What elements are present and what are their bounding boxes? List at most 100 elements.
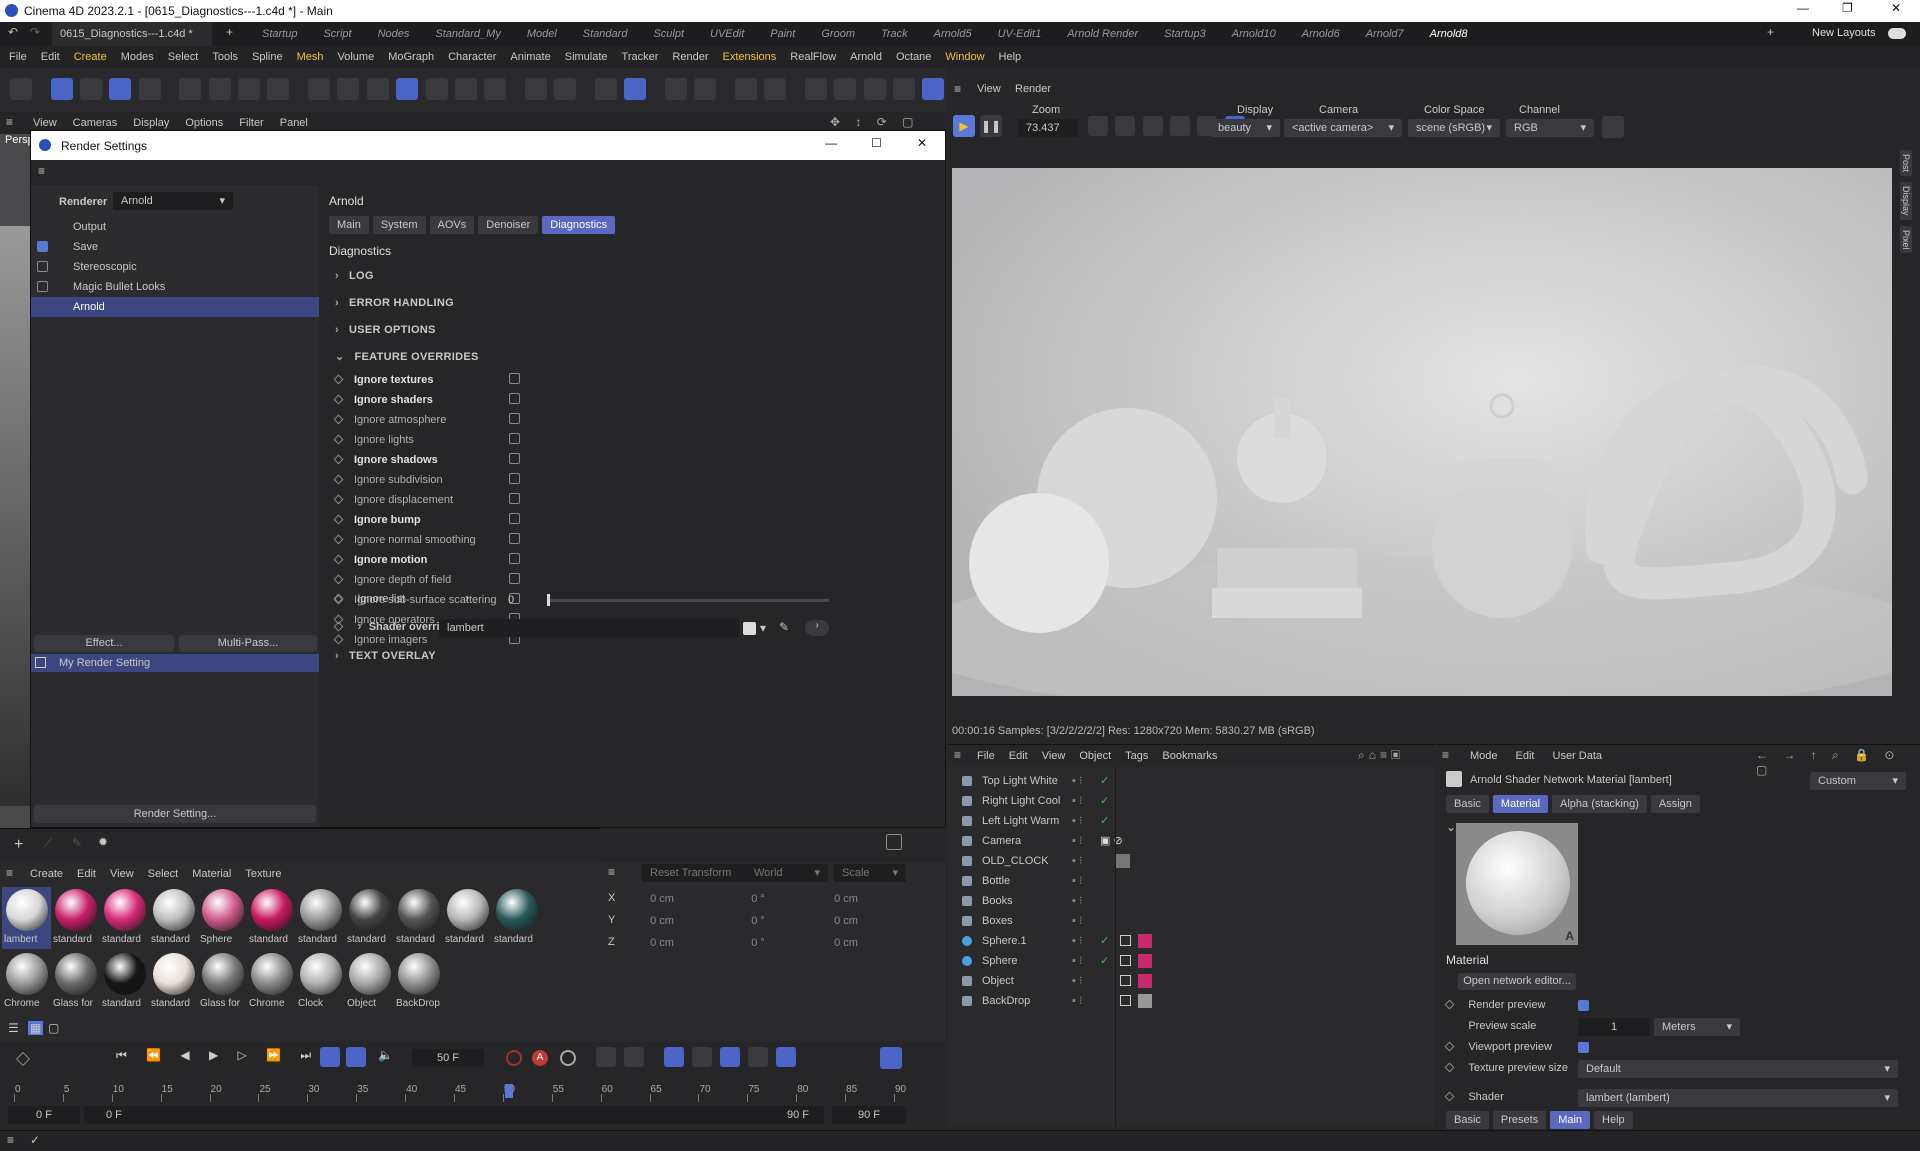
am-bottom-tab-presets[interactable]: Presets [1492,1111,1547,1129]
material-swatch[interactable]: standard [296,887,345,949]
am-bottom-tab-help[interactable]: Help [1594,1111,1633,1129]
camera-select[interactable]: <active camera> ▾ [1284,119,1402,137]
override-checkbox[interactable] [509,473,520,484]
object-row[interactable]: OLD_CLOCK ▪ ⁝ [948,851,1434,871]
visibility-dots-icon[interactable]: ▪ ⁝ [1072,851,1082,871]
ignore-list-value[interactable]: 0 [475,591,547,609]
tab-system[interactable]: System [372,216,426,234]
layout-tab[interactable]: Model [527,22,557,46]
check-tag-icon[interactable]: ✓ [1100,931,1109,951]
am-tab-basic[interactable]: Basic [1446,795,1489,813]
pause-button[interactable]: ❚❚ [980,115,1002,137]
tab-denoiser[interactable]: Denoiser [478,216,539,234]
om-menu-view[interactable]: View [1042,750,1066,762]
material-swatch[interactable]: Glass for [198,951,247,1013]
side-tab-display[interactable]: Display [1900,182,1912,220]
rs-item-checkbox[interactable] [37,281,48,292]
select-icon[interactable] [179,78,202,100]
keyframe-icon[interactable] [333,534,344,545]
viewport-menu-display[interactable]: Display [133,117,169,129]
rs-item-checkbox[interactable] [37,261,48,272]
rv-menu-view[interactable]: View [977,83,1001,95]
object-name[interactable]: Sphere [982,951,1017,971]
open-editor-button[interactable]: Open network editor... [1458,973,1576,990]
object-name[interactable]: Object [982,971,1014,991]
snapshot-icon[interactable] [1088,116,1108,136]
world-select[interactable]: World ▾ [746,864,828,882]
eye-icon[interactable] [734,78,757,100]
keyframe-icon[interactable] [333,621,344,632]
keyframe-icon[interactable] [333,414,344,425]
viewport-menu-options[interactable]: Options [185,117,223,129]
viewport-menu-filter[interactable]: Filter [239,117,263,129]
add-icon[interactable]: + [14,836,23,854]
visibility-dots-icon[interactable]: ▪ ⁝ [1072,971,1082,991]
record-icon[interactable] [506,1050,522,1066]
am-menu-edit[interactable]: Edit [1516,750,1535,762]
layout-tab[interactable]: Arnold6 [1302,22,1340,46]
texture-tag-icon[interactable] [1120,975,1131,986]
object-row[interactable]: Boxes ▪ ⁝ [948,911,1434,931]
shader-dropdown-icon[interactable]: ▾ [760,621,766,635]
material-tag-icon[interactable] [1138,974,1152,988]
object-row[interactable]: Camera ▪ ⁝ ▣ ⊘ [948,831,1434,851]
lock-z-icon[interactable] [109,78,132,100]
keyframe-icon[interactable] [333,454,344,465]
object-name[interactable]: Bottle [982,871,1010,891]
material-swatch[interactable]: standard [100,887,149,949]
section-error-handling[interactable]: ERROR HANDLING [335,290,935,317]
large-view-icon[interactable]: ▢ [48,1021,59,1035]
render-active-icon[interactable] [694,78,717,100]
status-menu-icon[interactable]: ≡ [7,1133,14,1147]
play-button[interactable]: ▶ [953,115,975,137]
key-pla-icon[interactable] [776,1047,796,1067]
keyframe-icon[interactable] [333,494,344,505]
viewport-menu-panel[interactable]: Panel [280,117,308,129]
texture-preview-select[interactable]: Default ▾ [1578,1060,1898,1078]
grid-icon[interactable] [594,78,617,100]
keyframe-icon[interactable] [333,474,344,485]
shader-link-button[interactable]: › [805,620,829,636]
side-tab-post[interactable]: Post [1900,150,1912,177]
coord-field[interactable]: 0 cm [618,890,706,908]
maximize-icon[interactable]: ❐ [1842,1,1853,15]
settings-icon[interactable]: ✹ [98,835,108,849]
menu-realflow[interactable]: RealFlow [790,51,836,63]
start-frame-b[interactable]: 0 F [106,1109,122,1121]
viewport-nav-icons[interactable]: ✥ ↕ ⟳ ▢ [830,115,919,129]
texture-tag-icon[interactable] [1120,995,1131,1006]
region-icon[interactable] [1115,116,1136,136]
object-row[interactable]: Books ▪ ⁝ [948,891,1434,911]
menu-create[interactable]: Create [74,51,107,63]
shader-edit-icon[interactable]: ✎ [779,620,789,634]
effect-button[interactable]: Effect... [34,635,174,652]
zoom-field[interactable]: 73.437 [1018,119,1078,137]
override-checkbox[interactable] [509,453,520,464]
layout-tab[interactable]: Arnold Render [1067,22,1138,46]
motion-path-icon[interactable] [596,1047,616,1067]
object-name[interactable]: Top Light White [982,771,1058,791]
om-menu-file[interactable]: File [977,750,995,762]
layout-tab[interactable]: Track [881,22,908,46]
keyframe-icon[interactable] [1444,1041,1455,1052]
om-menu-object[interactable]: Object [1079,750,1111,762]
am-menu-icon[interactable]: ≡ [1442,748,1449,762]
layout-tab[interactable]: Startup [262,22,297,46]
dialog-close-icon[interactable]: ✕ [917,136,927,150]
motion-record-icon[interactable] [624,1047,644,1067]
coord-field[interactable]: 0 cm [802,912,890,930]
keyframe-icon[interactable] [333,394,344,405]
redo-icon[interactable]: ↷ [30,25,40,39]
menu-volume[interactable]: Volume [338,51,375,63]
rs-item-magic-bullet-looks[interactable]: Magic Bullet Looks [31,277,319,297]
om-menu-icon[interactable]: ≡ [954,748,961,762]
override-checkbox[interactable] [509,393,520,404]
layout-tab[interactable]: Groom [821,22,855,46]
am-bottom-tab-main[interactable]: Main [1550,1111,1591,1129]
sound-icon[interactable]: 🔈 [378,1048,393,1062]
dialog-menu-icon[interactable]: ≡ [38,164,45,178]
key-param-icon[interactable] [748,1047,768,1067]
snap-icon[interactable] [524,78,547,100]
object-row[interactable]: Sphere ▪ ⁝ ✓ [948,951,1434,971]
material-preview[interactable]: A [1456,823,1578,945]
